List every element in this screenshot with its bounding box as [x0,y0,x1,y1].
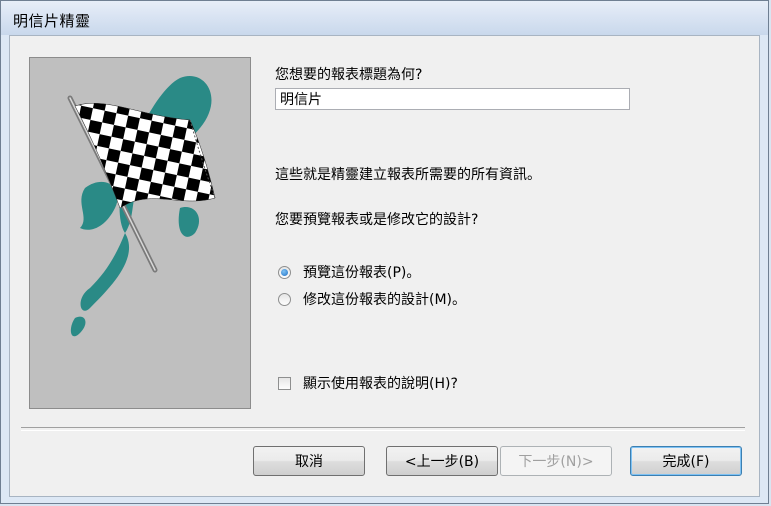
preview-report-label: 預覽這份報表(P)。 [303,265,421,281]
finish-button[interactable]: 完成(F) [630,446,742,476]
modify-design-label: 修改這份報表的設計(M)。 [303,292,467,308]
show-help-option[interactable]: 顯示使用報表的說明(H)? [278,373,458,393]
preview-report-option[interactable]: 預覽這份報表(P)。 [278,262,420,282]
modify-design-radio[interactable] [278,292,291,306]
cancel-button[interactable]: 取消 [253,446,365,476]
title-bar[interactable]: 明信片精靈 [1,1,768,35]
next-button[interactable]: 下一步(N)> [500,446,612,476]
back-button[interactable]: <上一步(B) [386,446,498,476]
modify-design-option[interactable]: 修改這份報表的設計(M)。 [278,289,466,309]
report-title-prompt: 您想要的報表標題為何? [275,67,423,83]
separator [21,427,745,431]
wizard-window: 明信片精靈 您想要的報表標題為何? 明信片 這些就是精靈建立報表所需要的所有資訊… [0,0,769,504]
preview-report-radio[interactable] [278,265,291,279]
info-text: 這些就是精靈建立報表所需要的所有資訊。 [275,167,541,183]
show-help-label: 顯示使用報表的說明(H)? [303,376,458,392]
checkered-flag-icon [67,76,216,337]
finish-flag-illustration [29,57,251,409]
preview-or-modify-question: 您要預覽報表或是修改它的設計? [275,212,479,228]
wizard-body: 您想要的報表標題為何? 這些就是精靈建立報表所需要的所有資訊。 您要預覽報表或是… [9,35,760,497]
report-title-input[interactable] [275,88,630,110]
window-title: 明信片精靈 [13,12,91,30]
show-help-checkbox[interactable] [278,376,291,390]
